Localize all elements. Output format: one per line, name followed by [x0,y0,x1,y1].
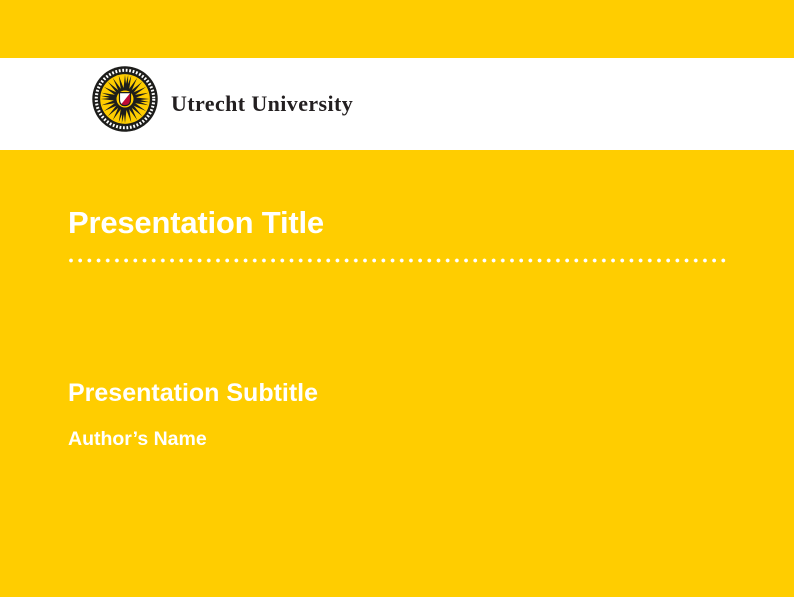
header-band: Utrecht University [0,58,794,150]
presentation-subtitle: Presentation Subtitle [68,379,318,408]
author-name: Author’s Name [68,428,207,451]
university-wordmark: Utrecht University [171,58,353,150]
utrecht-university-logo-icon [91,65,159,133]
presentation-title: Presentation Title [68,205,324,241]
dotted-divider [68,257,730,264]
shield-icon [119,93,130,106]
presentation-slide: Utrecht University Presentation Title Pr… [0,0,794,597]
